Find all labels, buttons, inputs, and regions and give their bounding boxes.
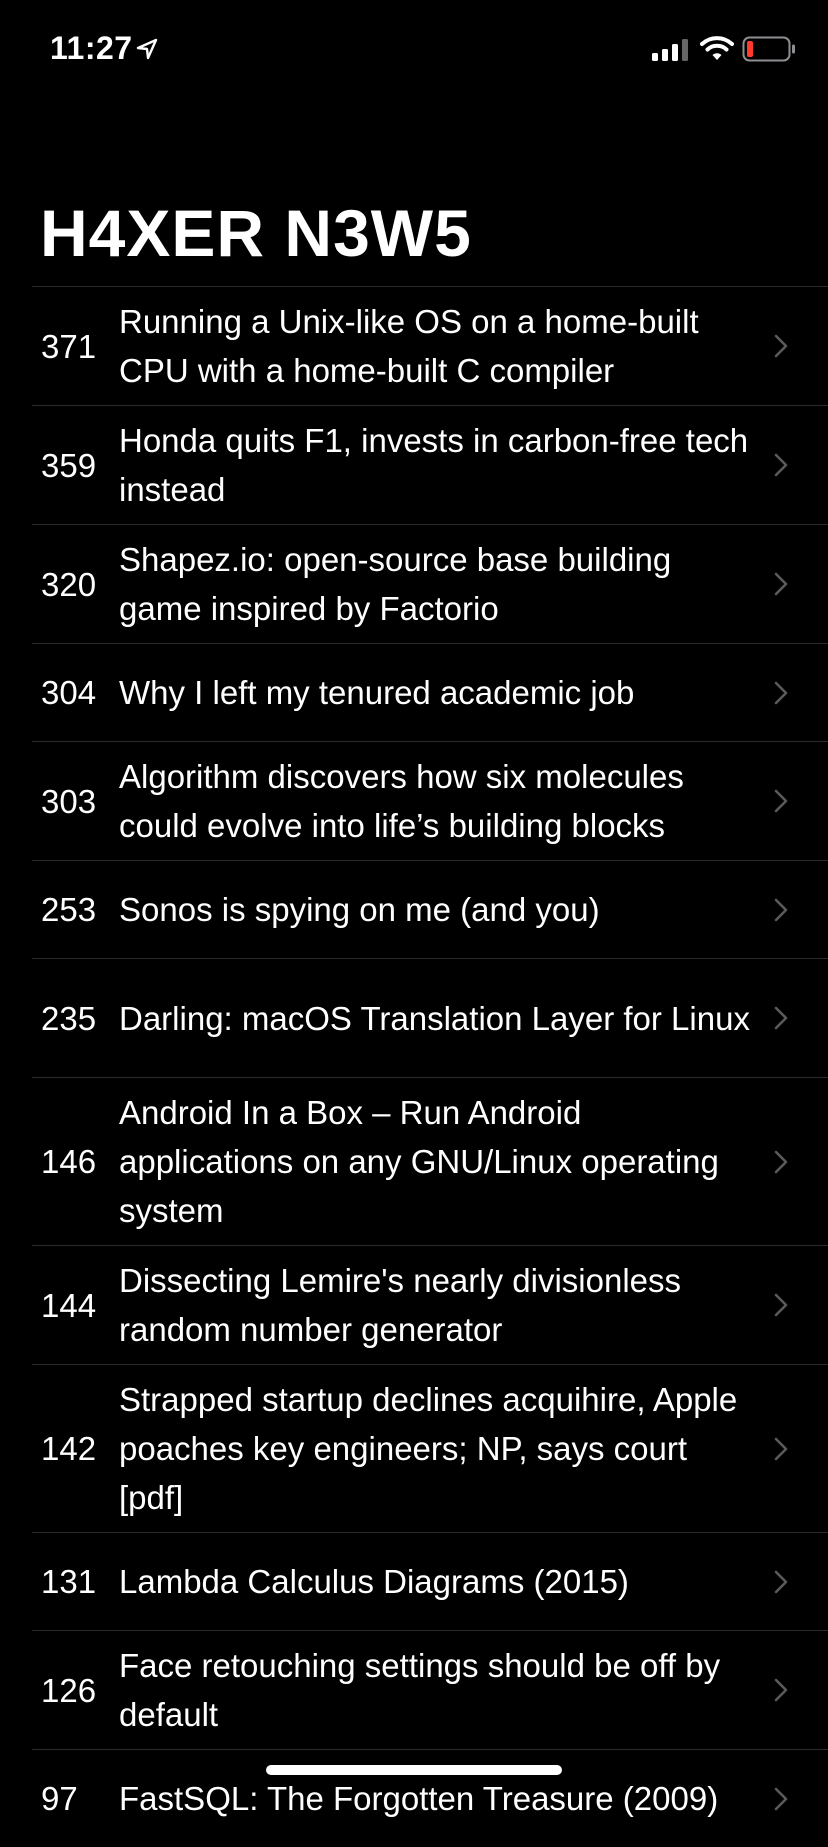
- chevron-right-icon: [774, 453, 788, 477]
- chevron-right-icon: [774, 1570, 788, 1593]
- cellular-signal-icon: [652, 39, 688, 61]
- status-time: 11:27: [50, 30, 133, 66]
- list-item[interactable]: 144 Dissecting Lemire's nearly divisionl…: [32, 1245, 828, 1364]
- chevron-right-icon: [774, 789, 788, 813]
- home-indicator[interactable]: [266, 1765, 562, 1775]
- chevron-right-icon: [774, 1293, 788, 1317]
- item-title: Sonos is spying on me (and you): [119, 891, 600, 928]
- item-title: Honda quits F1, invests in carbon-free t…: [119, 422, 749, 508]
- item-title: Dissecting Lemire's nearly divisionless …: [119, 1262, 682, 1348]
- chevron-right-icon: [774, 681, 788, 704]
- item-title: Face retouching settings should be off b…: [119, 1647, 721, 1733]
- list-item[interactable]: 253 Sonos is spying on me (and you): [32, 860, 828, 958]
- list-item[interactable]: 142 Strapped startup declines acquihire,…: [32, 1364, 828, 1532]
- item-title: FastSQL: The Forgotten Treasure (2009): [119, 1780, 719, 1817]
- item-points: 304: [41, 674, 97, 711]
- page-title: H4XER N3W5: [40, 196, 472, 270]
- chevron-right-icon: [774, 1678, 788, 1702]
- item-points: 303: [41, 782, 97, 820]
- list-item[interactable]: 304 Why I left my tenured academic job: [32, 643, 828, 741]
- chevron-right-icon: [774, 572, 788, 596]
- battery-low-icon: [742, 36, 795, 62]
- item-title: Lambda Calculus Diagrams (2015): [119, 1563, 629, 1600]
- location-arrow-icon: [136, 38, 158, 60]
- list-item[interactable]: 235 Darling: macOS Translation Layer for…: [32, 958, 828, 1077]
- chevron-right-icon: [774, 1006, 788, 1030]
- item-points: 126: [41, 1671, 97, 1709]
- item-points: 359: [41, 446, 97, 484]
- item-points: 144: [41, 1286, 97, 1324]
- list-item[interactable]: 131 Lambda Calculus Diagrams (2015): [32, 1532, 828, 1630]
- chevron-right-icon: [774, 1437, 788, 1460]
- item-title: Darling: macOS Translation Layer for Lin…: [119, 999, 750, 1037]
- item-points: 131: [41, 1563, 97, 1600]
- item-title: Shapez.io: open-source base building gam…: [119, 541, 672, 627]
- item-points: 142: [41, 1430, 97, 1467]
- item-points: 235: [41, 999, 97, 1037]
- chevron-right-icon: [774, 1787, 788, 1810]
- wifi-icon: [700, 36, 734, 60]
- list-item[interactable]: 320 Shapez.io: open-source base building…: [32, 524, 828, 643]
- list-item[interactable]: 359 Honda quits F1, invests in carbon-fr…: [32, 405, 828, 524]
- item-points: 320: [41, 565, 97, 603]
- status-bar: 11:27: [0, 0, 828, 100]
- item-points: 146: [41, 1143, 97, 1180]
- item-points: 97: [41, 1780, 78, 1817]
- item-points: 253: [41, 891, 97, 928]
- list-item[interactable]: 146 Android In a Box – Run Android appli…: [32, 1077, 828, 1245]
- item-title: Android In a Box – Run Android applicati…: [119, 1094, 719, 1229]
- list-item[interactable]: 126 Face retouching settings should be o…: [32, 1630, 828, 1749]
- list-item[interactable]: 303 Algorithm discovers how six molecule…: [32, 741, 828, 860]
- list-item[interactable]: 97 FastSQL: The Forgotten Treasure (2009…: [32, 1749, 828, 1847]
- chevron-right-icon: [774, 334, 788, 358]
- item-title: Running a Unix-like OS on a home-built C…: [119, 303, 699, 389]
- chevron-right-icon: [774, 1150, 788, 1173]
- item-title: Strapped startup declines acquihire, App…: [119, 1381, 738, 1516]
- news-list: 371 Running a Unix-like OS on a home-bui…: [0, 286, 828, 1847]
- list-item[interactable]: 371 Running a Unix-like OS on a home-bui…: [32, 286, 828, 405]
- chevron-right-icon: [774, 898, 788, 921]
- item-title: Algorithm discovers how six molecules co…: [119, 758, 684, 844]
- item-points: 371: [41, 327, 97, 365]
- item-title: Why I left my tenured academic job: [119, 674, 635, 711]
